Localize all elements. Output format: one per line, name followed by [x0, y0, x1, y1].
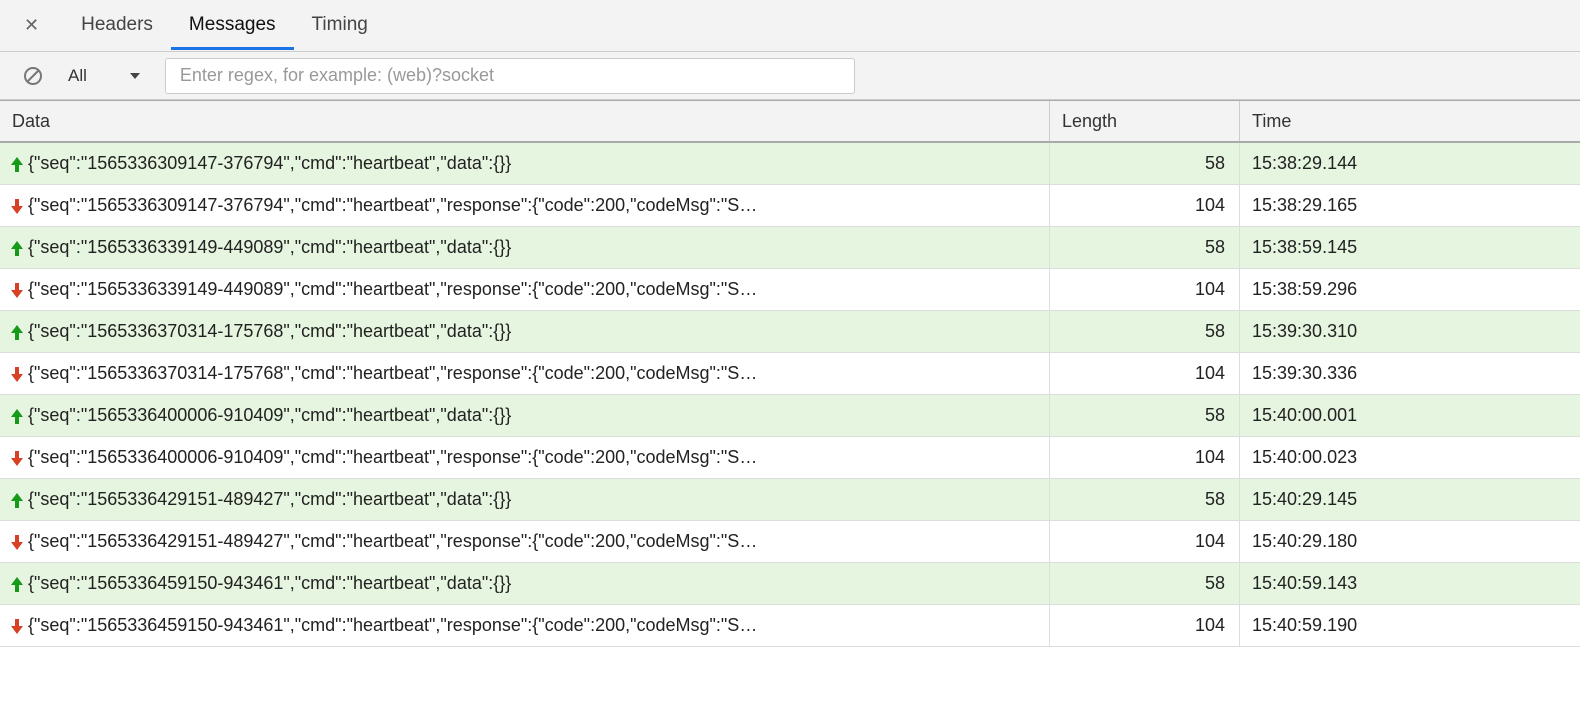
- table-row[interactable]: {"seq":"1565336429151-489427","cmd":"hea…: [0, 521, 1580, 563]
- tab-timing[interactable]: Timing: [294, 1, 386, 50]
- message-time: 15:40:29.180: [1240, 521, 1580, 562]
- regex-input[interactable]: [165, 58, 855, 94]
- message-time: 15:40:00.023: [1240, 437, 1580, 478]
- arrow-up-icon: [8, 491, 26, 509]
- arrow-up-icon: [8, 155, 26, 173]
- table-row[interactable]: {"seq":"1565336339149-449089","cmd":"hea…: [0, 227, 1580, 269]
- message-time: 15:38:29.165: [1240, 185, 1580, 226]
- message-time: 15:40:59.190: [1240, 605, 1580, 646]
- message-length: 104: [1050, 353, 1240, 394]
- table-header: Data Length Time: [0, 100, 1580, 142]
- close-icon[interactable]: ✕: [24, 15, 39, 36]
- arrow-up-icon: [8, 323, 26, 341]
- filter-label: All: [68, 66, 87, 86]
- table-row[interactable]: {"seq":"1565336370314-175768","cmd":"hea…: [0, 353, 1580, 395]
- message-length: 104: [1050, 185, 1240, 226]
- message-length: 58: [1050, 563, 1240, 604]
- message-payload: {"seq":"1565336309147-376794","cmd":"hea…: [28, 195, 757, 216]
- tab-bar: ✕ Headers Messages Timing: [0, 0, 1580, 52]
- arrow-down-icon: [8, 617, 26, 635]
- table-row[interactable]: {"seq":"1565336400006-910409","cmd":"hea…: [0, 437, 1580, 479]
- message-time: 15:38:29.144: [1240, 143, 1580, 184]
- message-length: 104: [1050, 269, 1240, 310]
- table-row[interactable]: {"seq":"1565336459150-943461","cmd":"hea…: [0, 563, 1580, 605]
- arrow-down-icon: [8, 533, 26, 551]
- arrow-up-icon: [8, 407, 26, 425]
- table-row[interactable]: {"seq":"1565336429151-489427","cmd":"hea…: [0, 479, 1580, 521]
- arrow-up-icon: [8, 575, 26, 593]
- message-payload: {"seq":"1565336459150-943461","cmd":"hea…: [28, 573, 511, 594]
- message-length: 104: [1050, 605, 1240, 646]
- message-length: 58: [1050, 143, 1240, 184]
- message-payload: {"seq":"1565336429151-489427","cmd":"hea…: [28, 489, 511, 510]
- col-length[interactable]: Length: [1050, 101, 1240, 141]
- arrow-down-icon: [8, 365, 26, 383]
- message-payload: {"seq":"1565336400006-910409","cmd":"hea…: [28, 405, 511, 426]
- message-time: 15:40:29.145: [1240, 479, 1580, 520]
- message-time: 15:39:30.310: [1240, 311, 1580, 352]
- message-time: 15:38:59.296: [1240, 269, 1580, 310]
- arrow-down-icon: [8, 449, 26, 467]
- table-row[interactable]: {"seq":"1565336309147-376794","cmd":"hea…: [0, 185, 1580, 227]
- message-payload: {"seq":"1565336370314-175768","cmd":"hea…: [28, 321, 511, 342]
- message-time: 15:40:59.143: [1240, 563, 1580, 604]
- message-payload: {"seq":"1565336429151-489427","cmd":"hea…: [28, 531, 757, 552]
- message-length: 58: [1050, 227, 1240, 268]
- message-payload: {"seq":"1565336370314-175768","cmd":"hea…: [28, 363, 757, 384]
- tab-messages[interactable]: Messages: [171, 1, 294, 50]
- table-row[interactable]: {"seq":"1565336339149-449089","cmd":"hea…: [0, 269, 1580, 311]
- chevron-down-icon: [129, 70, 141, 82]
- message-payload: {"seq":"1565336400006-910409","cmd":"hea…: [28, 447, 757, 468]
- message-time: 15:40:00.001: [1240, 395, 1580, 436]
- message-time: 15:38:59.145: [1240, 227, 1580, 268]
- col-data[interactable]: Data: [0, 101, 1050, 141]
- message-time: 15:39:30.336: [1240, 353, 1580, 394]
- message-length: 58: [1050, 395, 1240, 436]
- message-length: 58: [1050, 311, 1240, 352]
- arrow-down-icon: [8, 197, 26, 215]
- table-row[interactable]: {"seq":"1565336459150-943461","cmd":"hea…: [0, 605, 1580, 647]
- table-row[interactable]: {"seq":"1565336309147-376794","cmd":"hea…: [0, 143, 1580, 185]
- col-time[interactable]: Time: [1240, 101, 1580, 141]
- table-row[interactable]: {"seq":"1565336370314-175768","cmd":"hea…: [0, 311, 1580, 353]
- message-payload: {"seq":"1565336309147-376794","cmd":"hea…: [28, 153, 511, 174]
- cancel-icon[interactable]: [22, 65, 44, 87]
- message-length: 104: [1050, 437, 1240, 478]
- arrow-down-icon: [8, 281, 26, 299]
- message-payload: {"seq":"1565336339149-449089","cmd":"hea…: [28, 237, 511, 258]
- message-payload: {"seq":"1565336459150-943461","cmd":"hea…: [28, 615, 757, 636]
- message-payload: {"seq":"1565336339149-449089","cmd":"hea…: [28, 279, 757, 300]
- message-length: 58: [1050, 479, 1240, 520]
- table-row[interactable]: {"seq":"1565336400006-910409","cmd":"hea…: [0, 395, 1580, 437]
- filter-select[interactable]: All: [58, 66, 151, 86]
- message-rows: {"seq":"1565336309147-376794","cmd":"hea…: [0, 142, 1580, 647]
- arrow-up-icon: [8, 239, 26, 257]
- toolbar: All: [0, 52, 1580, 100]
- message-length: 104: [1050, 521, 1240, 562]
- tab-headers[interactable]: Headers: [63, 1, 171, 50]
